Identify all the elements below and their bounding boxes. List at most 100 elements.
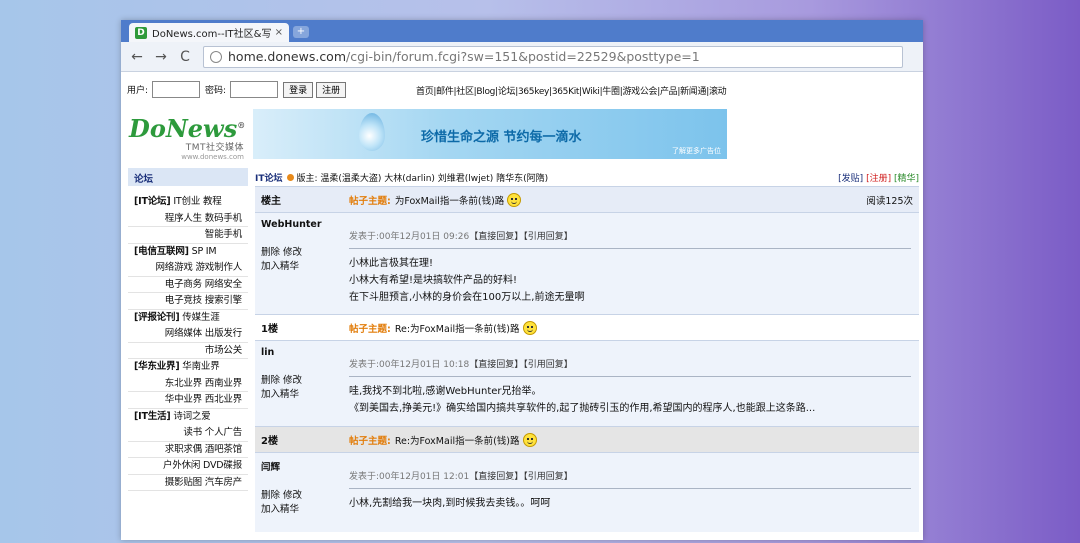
sidebar-item[interactable]: [评报论刊] 传媒生涯 [128, 310, 248, 327]
forward-icon[interactable]: → [151, 49, 171, 65]
back-icon[interactable]: ← [127, 49, 147, 65]
author-name[interactable]: 闫辉 [261, 459, 337, 473]
sidebar-item[interactable]: [IT生活] 诗词之爱 [128, 409, 248, 426]
sidebar-item[interactable]: 东北业界 西南业界 [128, 376, 248, 392]
sidebar-category[interactable]: [IT生活] [134, 411, 171, 422]
delete-link[interactable]: 删除 [261, 247, 280, 258]
banner-ad-link[interactable]: 了解更多广告位 [672, 146, 721, 156]
new-tab-button[interactable]: + [293, 26, 309, 38]
post-time: 00年12月01日 09:26 [379, 232, 470, 242]
sidebar-item[interactable]: [IT论坛] IT创业 教程 [128, 194, 248, 211]
post-content: 发表于:00年12月01日 09:26【直接回复】【引用回复】 小林此言极其在理!… [343, 213, 919, 314]
sidebar-item-label[interactable]: 智能手机 [205, 229, 242, 240]
sidebar-category[interactable]: [电信互联网] [134, 246, 189, 257]
url-host: home.donews.com [228, 49, 347, 64]
forum-header: IT论坛 版主: 温柔(温柔大盗) 大林(darlin) 刘维君(lwjet) … [255, 168, 919, 186]
quote-reply-link[interactable]: 【引用回复】 [523, 472, 573, 482]
ad-banner[interactable]: 珍惜生命之源 节约每一滴水 了解更多广告位 [253, 109, 727, 159]
forum-title[interactable]: IT论坛 [255, 171, 283, 184]
sidebar-item-label[interactable]: 华南业界 [179, 361, 219, 372]
sidebar-item-label[interactable]: 摄影贴图 汽车房产 [165, 477, 242, 488]
water-drop-icon [359, 113, 385, 151]
author-name[interactable]: lin [261, 347, 337, 358]
login-button[interactable]: 登录 [283, 81, 314, 98]
direct-reply-link[interactable]: 【直接回复】 [469, 360, 523, 370]
sidebar-item[interactable]: 程序人生 数码手机 [128, 211, 248, 227]
close-icon[interactable]: × [275, 27, 283, 38]
address-bar[interactable]: home.donews.com/cgi-bin/forum.fcgi?sw=15… [203, 45, 903, 68]
sidebar-item-label[interactable]: 东北业界 西南业界 [165, 378, 242, 389]
sidebar-item[interactable]: 摄影贴图 汽车房产 [128, 475, 248, 491]
sidebar-item-label[interactable]: 华中业界 西北业界 [165, 394, 242, 405]
quote-reply-link[interactable]: 【引用回复】 [523, 232, 573, 242]
sidebar-category[interactable]: [华东业界] [134, 361, 180, 372]
sidebar-item-label[interactable]: 电子商务 网络安全 [165, 279, 242, 290]
sidebar-item[interactable]: 市场公关 [128, 343, 248, 359]
password-input[interactable] [230, 81, 279, 98]
sidebar-category[interactable]: [IT论坛] [134, 196, 171, 207]
subject-text: Re:为FoxMail指一条前(钱)路 [394, 435, 520, 447]
sidebar-item-label[interactable]: 程序人生 数码手机 [165, 213, 242, 224]
sidebar-item-label[interactable]: IT创业 教程 [171, 196, 221, 207]
floor-label: 楼主 [261, 196, 281, 207]
quote-reply-link[interactable]: 【引用回复】 [523, 360, 573, 370]
sidebar-item-label[interactable]: 诗词之爱 [171, 411, 210, 422]
author-name[interactable]: WebHunter [261, 219, 337, 230]
sidebar-item-label[interactable]: 市场公关 [205, 345, 242, 356]
edit-link[interactable]: 修改 [283, 490, 302, 501]
delete-link[interactable]: 删除 [261, 375, 280, 386]
sidebar-item-label[interactable]: 读书 个人广告 [183, 427, 242, 438]
sidebar-item[interactable]: 读书 个人广告 [128, 425, 248, 442]
sidebar-item[interactable]: 电子竞技 搜索引擎 [128, 293, 248, 310]
post-meta: 发表于:00年12月01日 12:01【直接回复】【引用回复】 [349, 459, 911, 489]
sidebar-item-label[interactable]: 网络媒体 出版发行 [165, 328, 242, 339]
browser-tab[interactable]: D DoNews.com--IT社区&写作 × [129, 23, 289, 42]
post-body: 闫辉 删除 修改 加入精华 发表于:00年12月01日 12:01【直接回复】【引用回… [255, 452, 919, 532]
post-header: 楼主 帖子主题: 为FoxMail指一条前(钱)路 阅读125次 [255, 186, 919, 212]
subject-label: 帖子主题: [349, 195, 391, 207]
new-post-link[interactable]: [发贴] [838, 174, 863, 184]
add-digest-link[interactable]: 加入精华 [261, 389, 299, 400]
subject-label: 帖子主题: [349, 323, 391, 335]
sidebar-item[interactable]: [电信互联网] SP IM [128, 244, 248, 261]
sidebar-item-label[interactable]: 求职求偶 酒吧茶馆 [165, 444, 242, 455]
post-author: 闫辉删除 修改加入精华 [255, 453, 343, 532]
sidebar-item[interactable]: 华中业界 西北业界 [128, 392, 248, 409]
sidebar-item-label[interactable]: 传媒生涯 [179, 312, 219, 323]
floor-label: 2楼 [261, 436, 278, 447]
sidebar-item[interactable]: 户外休闲 DVD碟报 [128, 458, 248, 475]
digest-link[interactable]: [精华] [894, 174, 919, 184]
direct-reply-link[interactable]: 【直接回复】 [469, 232, 523, 242]
sidebar-item[interactable]: 智能手机 [128, 227, 248, 244]
moderators-list[interactable]: 版主: 温柔(温柔大盗) 大林(darlin) 刘维君(lwjet) 隋华东(阿… [297, 171, 549, 184]
delete-link[interactable]: 删除 [261, 490, 280, 501]
logo-url: www.donews.com [181, 153, 244, 161]
sidebar-item[interactable]: 网络媒体 出版发行 [128, 326, 248, 343]
sidebar-item[interactable]: 网络游戏 游戏制作人 [128, 260, 248, 277]
register-button[interactable]: 注册 [316, 81, 347, 98]
sidebar-item[interactable]: 求职求偶 酒吧茶馆 [128, 442, 248, 458]
add-digest-link[interactable]: 加入精华 [261, 504, 299, 515]
sidebar-item[interactable]: 电子商务 网络安全 [128, 277, 248, 293]
sidebar-item-label[interactable]: 户外休闲 DVD碟报 [163, 460, 242, 471]
donews-logo[interactable]: DoNews® TMT社交媒体 www.donews.com [129, 112, 245, 162]
register-link[interactable]: [注册] [866, 174, 891, 184]
logo-text: DoNews [129, 114, 238, 143]
post-line: 小林,先割给我一块肉,到时候我去卖钱。。呵呵 [349, 498, 551, 509]
reload-icon[interactable]: C [175, 49, 195, 65]
sidebar-category[interactable]: [评报论刊] [134, 312, 180, 323]
username-input[interactable] [152, 81, 201, 98]
favicon-icon: D [135, 26, 147, 39]
direct-reply-link[interactable]: 【直接回复】 [469, 472, 523, 482]
post-body: WebHunter 删除 修改加入精华 发表于:00年12月01日 09:26【直接… [255, 212, 919, 314]
page-info-icon[interactable] [210, 50, 222, 63]
sidebar-item-label[interactable]: 网络游戏 游戏制作人 [155, 262, 242, 273]
add-digest-link[interactable]: 加入精华 [261, 261, 299, 272]
sidebar-item[interactable]: [华东业界] 华南业界 [128, 359, 248, 376]
sidebar-item-label[interactable]: 电子竞技 搜索引擎 [165, 295, 242, 306]
browser-window: D DoNews.com--IT社区&写作 × + ← → C home.don… [121, 20, 923, 540]
sidebar-item-label[interactable]: SP IM [189, 246, 217, 257]
top-navigation[interactable]: 首页|邮件|社区|Blog|论坛|365key|365Kit|Wiki|牛圈|游… [416, 84, 727, 97]
edit-link[interactable]: 修改 [283, 247, 302, 258]
edit-link[interactable]: 修改 [283, 375, 302, 386]
